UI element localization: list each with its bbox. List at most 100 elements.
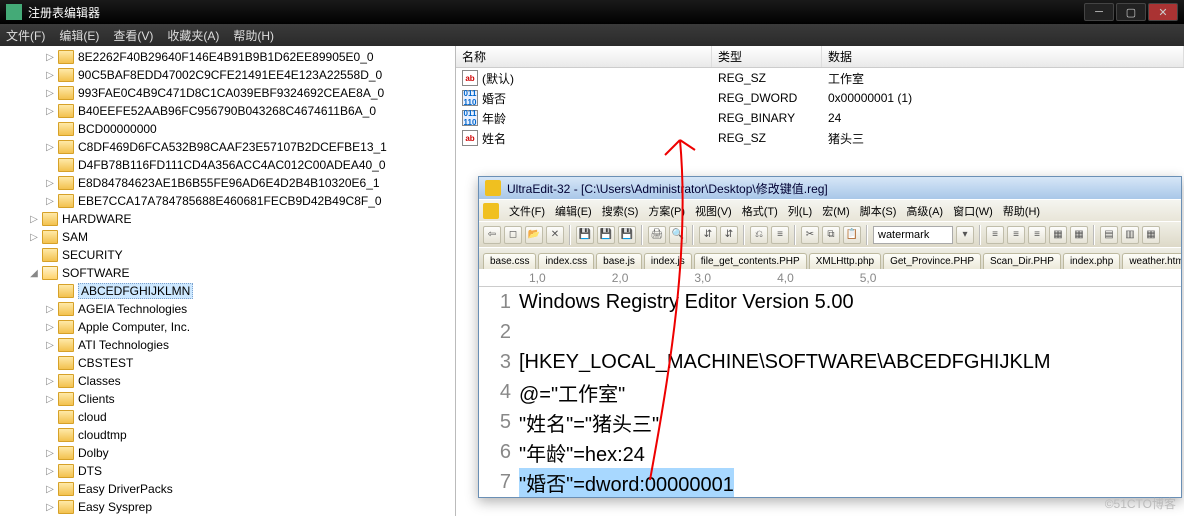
expand-icon[interactable]: ▷ <box>44 178 56 189</box>
expand-icon[interactable]: ▷ <box>44 52 56 63</box>
ue-menu-edit[interactable]: 编辑(E) <box>555 203 592 219</box>
tree-item[interactable]: ▷90C5BAF8EDD47002C9CFE21491EE4E123A22558… <box>0 66 455 84</box>
expand-icon[interactable]: ▷ <box>44 484 56 495</box>
ue-menu-file[interactable]: 文件(F) <box>509 203 545 219</box>
tb-dropdown-icon[interactable]: ▾ <box>956 226 974 244</box>
tree-item[interactable]: ▷Easy DriverPacks <box>0 480 455 498</box>
expand-icon[interactable]: ▷ <box>44 376 56 387</box>
maximize-button[interactable]: ▢ <box>1116 3 1146 21</box>
tree-item[interactable]: ▷AGEIA Technologies <box>0 300 455 318</box>
tree-item[interactable]: BCD00000000 <box>0 120 455 138</box>
expand-icon[interactable]: ▷ <box>44 88 56 99</box>
tb-w1-icon[interactable]: ▤ <box>1100 226 1118 244</box>
tree-item[interactable]: CBSTEST <box>0 354 455 372</box>
tb-close-icon[interactable]: ✕ <box>546 226 564 244</box>
file-tab[interactable]: base.css <box>483 253 536 269</box>
tb-saveas-icon[interactable]: 💾 <box>597 226 615 244</box>
expand-icon[interactable]: ▷ <box>44 196 56 207</box>
value-row[interactable]: ab姓名REG_SZ猪头三 <box>456 128 1184 148</box>
regedit-titlebar[interactable]: 注册表编辑器 ─ ▢ ✕ <box>0 0 1184 24</box>
tree-item[interactable]: SECURITY <box>0 246 455 264</box>
tb-w2-icon[interactable]: ▥ <box>1121 226 1139 244</box>
value-row[interactable]: 011110婚否REG_DWORD0x00000001 (1) <box>456 88 1184 108</box>
expand-icon[interactable]: ▷ <box>44 322 56 333</box>
tree-item[interactable]: ▷Dolby <box>0 444 455 462</box>
file-tab[interactable]: Scan_Dir.PHP <box>983 253 1061 269</box>
tb-new-icon[interactable]: ◻ <box>504 226 522 244</box>
menu-edit[interactable]: 编辑(E) <box>59 27 99 44</box>
expand-icon[interactable]: ▷ <box>44 502 56 513</box>
file-tab[interactable]: weather.html <box>1122 253 1181 269</box>
tree-pane[interactable]: ▷8E2262F40B29640F146E4B91B9B1D62EE89905E… <box>0 46 456 516</box>
tree-item[interactable]: D4FB78B116FD111CD4A356ACC4AC012C00ADEA40… <box>0 156 455 174</box>
tree-item[interactable]: ▷Clients <box>0 390 455 408</box>
tree-item[interactable]: ▷8E2262F40B29640F146E4B91B9B1D62EE89905E… <box>0 48 455 66</box>
tb-backup-icon[interactable]: ⎌ <box>750 226 768 244</box>
close-button[interactable]: ✕ <box>1148 3 1178 21</box>
file-tab[interactable]: index.js <box>644 253 692 269</box>
tb-format1-icon[interactable]: ▦ <box>1049 226 1067 244</box>
code-line[interactable]: 6"年龄"=hex:24 <box>479 437 1181 467</box>
code-line[interactable]: 4@="工作室" <box>479 377 1181 407</box>
file-tab[interactable]: XMLHttp.php <box>809 253 881 269</box>
file-tab[interactable]: index.php <box>1063 253 1120 269</box>
code-line[interactable]: 1Windows Registry Editor Version 5.00 <box>479 287 1181 317</box>
tree-item[interactable]: ▷EBE7CCA17A784785688E460681FECB9D42B49C8… <box>0 192 455 210</box>
code-line[interactable]: 5"姓名"="猪头三" <box>479 407 1181 437</box>
ue-menu-format[interactable]: 格式(T) <box>742 203 778 219</box>
tb-compare-icon[interactable]: ≡ <box>771 226 789 244</box>
tree-item[interactable]: cloudtmp <box>0 426 455 444</box>
code-line[interactable]: 2 <box>479 317 1181 347</box>
ue-titlebar[interactable]: UltraEdit-32 - [C:\Users\Administrator\D… <box>479 177 1181 199</box>
value-row[interactable]: 011110年龄REG_BINARY24 <box>456 108 1184 128</box>
expand-icon[interactable]: ▷ <box>44 70 56 81</box>
menu-fav[interactable]: 收藏夹(A) <box>167 27 219 44</box>
tb-save-icon[interactable]: 💾 <box>576 226 594 244</box>
tree-item[interactable]: ▷Easy Sysprep <box>0 498 455 516</box>
file-tab[interactable]: Get_Province.PHP <box>883 253 981 269</box>
ultraedit-window[interactable]: UltraEdit-32 - [C:\Users\Administrator\D… <box>478 176 1182 498</box>
code-line[interactable]: 7"婚否"=dword:00000001 <box>479 467 1181 497</box>
ue-menu-column[interactable]: 列(L) <box>788 203 812 219</box>
col-data[interactable]: 数据 <box>822 46 1184 67</box>
tree-item[interactable]: ▷B40EEFE52AAB96FC956790B043268C4674611B6… <box>0 102 455 120</box>
tree-item[interactable]: ◢SOFTWARE <box>0 264 455 282</box>
menu-help[interactable]: 帮助(H) <box>233 27 274 44</box>
ue-menu-view[interactable]: 视图(V) <box>695 203 732 219</box>
tb-ftp2-icon[interactable]: ⇵ <box>720 226 738 244</box>
tree-item[interactable]: ▷SAM <box>0 228 455 246</box>
ue-menu-project[interactable]: 方案(P) <box>648 203 685 219</box>
tb-ftp-icon[interactable]: ⇵ <box>699 226 717 244</box>
expand-icon[interactable]: ▷ <box>44 448 56 459</box>
tree-item[interactable]: ▷C8DF469D6FCA532B98CAAF23E57107B2DCEFBE1… <box>0 138 455 156</box>
ue-editor[interactable]: 1Windows Registry Editor Version 5.0023[… <box>479 287 1181 497</box>
file-tab[interactable]: file_get_contents.PHP <box>694 253 807 269</box>
ue-menu-search[interactable]: 搜索(S) <box>602 203 639 219</box>
expand-icon[interactable]: ▷ <box>44 394 56 405</box>
minimize-button[interactable]: ─ <box>1084 3 1114 21</box>
tb-alignc-icon[interactable]: ≡ <box>1007 226 1025 244</box>
tb-cut-icon[interactable]: ✂ <box>801 226 819 244</box>
tree-item[interactable]: ABCEDFGHIJKLMN <box>0 282 455 300</box>
tree-item[interactable]: ▷HARDWARE <box>0 210 455 228</box>
tb-format2-icon[interactable]: ▦ <box>1070 226 1088 244</box>
expand-icon[interactable]: ▷ <box>28 214 40 225</box>
tb-alignl-icon[interactable]: ≡ <box>986 226 1004 244</box>
menu-file[interactable]: 文件(F) <box>6 27 45 44</box>
ue-menu-window[interactable]: 窗口(W) <box>953 203 993 219</box>
tree-item[interactable]: ▷Apple Computer, Inc. <box>0 318 455 336</box>
ue-menu-help[interactable]: 帮助(H) <box>1003 203 1040 219</box>
tb-back-icon[interactable]: ⇦ <box>483 226 501 244</box>
expand-icon[interactable]: ▷ <box>44 142 56 153</box>
tb-search-input[interactable] <box>873 226 953 244</box>
tree-item[interactable]: cloud <box>0 408 455 426</box>
tb-copy-icon[interactable]: ⧉ <box>822 226 840 244</box>
tb-print-icon[interactable]: 🖨 <box>648 226 666 244</box>
expand-icon[interactable]: ▷ <box>44 106 56 117</box>
tb-paste-icon[interactable]: 📋 <box>843 226 861 244</box>
value-row[interactable]: ab(默认)REG_SZ工作室 <box>456 68 1184 88</box>
tree-item[interactable]: ▷DTS <box>0 462 455 480</box>
ue-menu-advanced[interactable]: 高级(A) <box>906 203 943 219</box>
menu-view[interactable]: 查看(V) <box>113 27 153 44</box>
expand-icon[interactable]: ◢ <box>28 268 40 279</box>
